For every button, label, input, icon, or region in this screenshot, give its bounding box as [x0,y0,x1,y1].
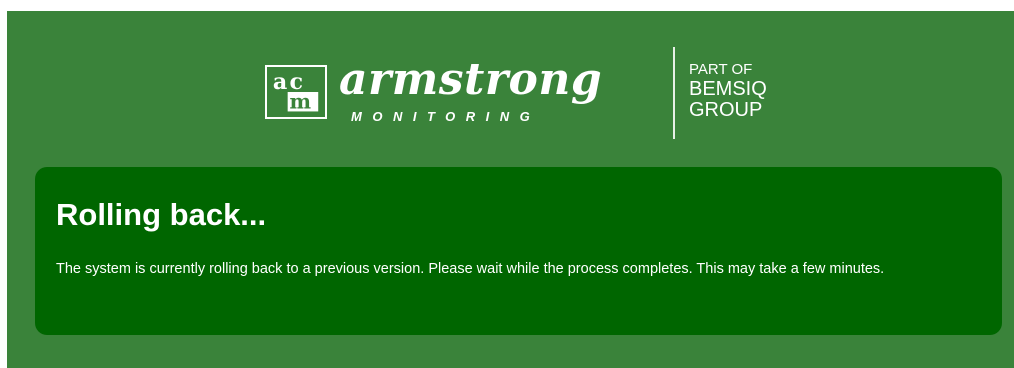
page-frame: a c m armstrong MONITORING PART OF BEMSI… [7,11,1014,368]
status-message: The system is currently rolling back to … [56,261,885,277]
logo-divider [673,47,675,139]
acm-logo-mark: a c m [265,65,327,119]
status-title: Rolling back... [56,197,267,232]
brand-name: armstrong [339,54,603,105]
group-label-line2: BEMSIQ [689,78,767,100]
group-label: PART OF BEMSIQ GROUP [689,61,767,121]
header-logo: a c m armstrong MONITORING PART OF BEMSI… [265,47,785,139]
group-label-line1: PART OF [689,61,753,78]
svg-text:m: m [290,90,312,114]
group-label-line3: GROUP [689,99,763,121]
status-panel: Rolling back... The system is currently … [35,167,1002,335]
acm-logo-icon: a c m [273,69,319,114]
armstrong-wordmark: armstrong MONITORING [339,54,659,125]
brand-subtitle: MONITORING [351,109,541,124]
svg-text:a: a [273,69,287,95]
